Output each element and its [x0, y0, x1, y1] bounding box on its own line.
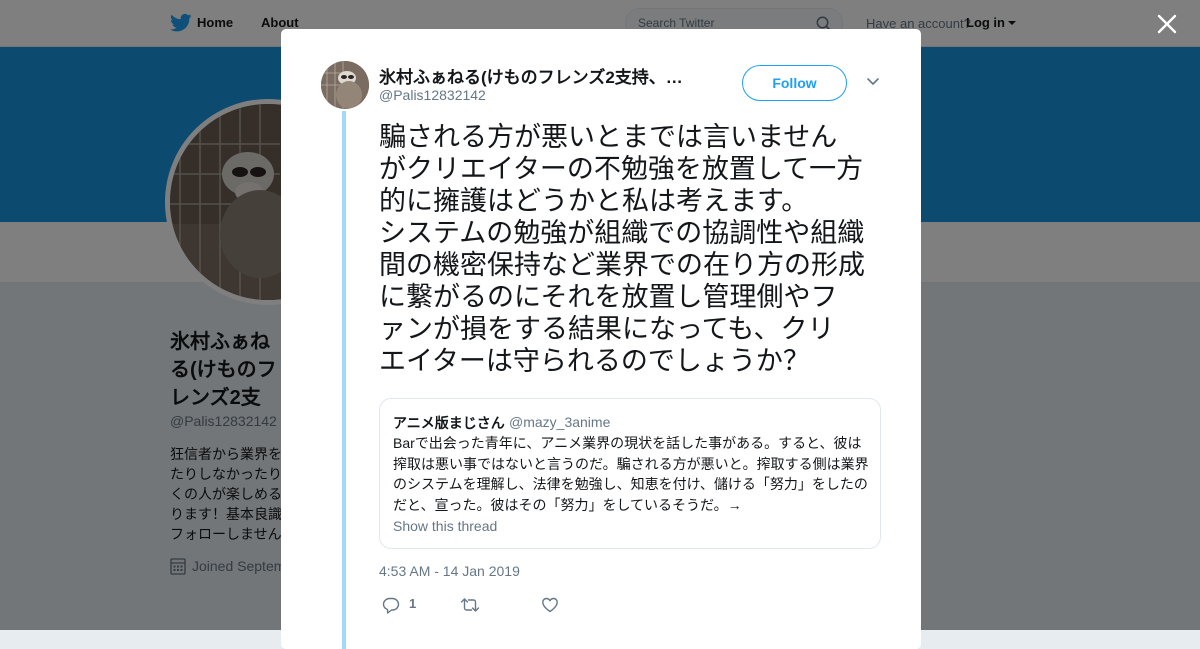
chevron-down-icon[interactable]	[866, 77, 880, 87]
tweet-timestamp[interactable]: 4:53 AM - 14 Jan 2019	[379, 563, 520, 579]
close-icon[interactable]	[1155, 12, 1179, 36]
quoted-author-name: アニメ版まじさん	[393, 415, 505, 431]
reply-icon[interactable]	[382, 595, 400, 615]
show-thread-link[interactable]: Show this thread	[393, 518, 497, 534]
quoted-tweet-text: Barで出会った青年に、アニメ業界の現状を話した事がある。すると、彼は 搾取は悪…	[393, 435, 869, 513]
retweet-icon[interactable]	[460, 595, 480, 615]
quoted-author-handle: @mazy_3anime	[509, 414, 611, 430]
author-avatar[interactable]	[321, 61, 369, 109]
quoted-tweet[interactable]: アニメ版まじさん @mazy_3anime Barで出会った青年に、アニメ業界の…	[379, 398, 881, 549]
author-handle[interactable]: @Palis12832142	[379, 87, 486, 103]
tweet-modal: 氷村ふぁねる(けものフレンズ2支持、全面抗議垢) @Palis12832142 …	[281, 29, 921, 649]
raccoon-photo	[321, 61, 369, 109]
author-name[interactable]: 氷村ふぁねる(けものフレンズ2支持、全面抗議垢)	[379, 63, 689, 88]
thread-line	[342, 111, 346, 649]
tweet-text: 騙される方が悪いとまでは言いません がクリエイターの不勉強を放置して一方 的に擁…	[379, 122, 865, 376]
reply-count: 1	[409, 596, 417, 611]
heart-icon[interactable]	[541, 595, 559, 615]
follow-button[interactable]: Follow	[742, 65, 847, 101]
